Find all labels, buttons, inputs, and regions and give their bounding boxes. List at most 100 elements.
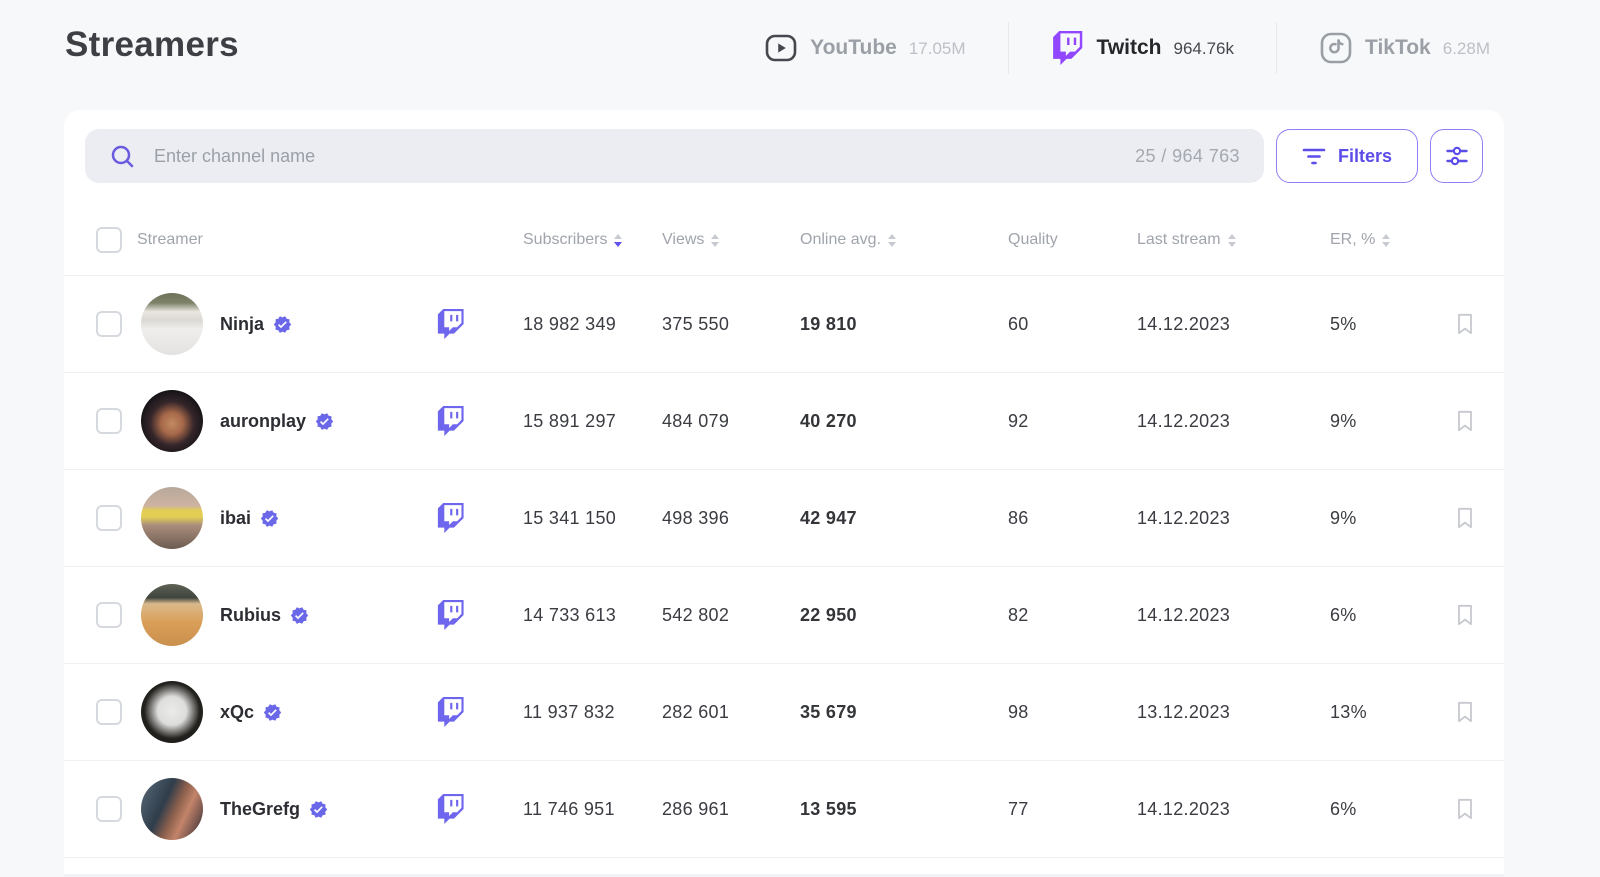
bookmark-icon[interactable] [1453, 602, 1477, 628]
er-value: 6% [1330, 605, 1426, 626]
bookmark-icon[interactable] [1453, 699, 1477, 725]
subscribers-value: 11 746 951 [523, 799, 662, 820]
table-row: Ninja 18 982 349 375 550 19 810 60 14.12… [64, 276, 1504, 373]
row-checkbox[interactable] [96, 505, 122, 531]
column-header-subscribers[interactable]: Subscribers [523, 231, 662, 249]
bookmark-icon[interactable] [1453, 796, 1477, 822]
quality-value: 98 [1008, 702, 1137, 723]
tab-tiktok-count: 6.28M [1443, 39, 1490, 59]
column-header-last-stream[interactable]: Last stream [1137, 231, 1330, 249]
streamer-name[interactable]: Rubius [220, 605, 309, 626]
filters-button[interactable]: Filters [1276, 129, 1418, 183]
platform-tabs: YouTube 17.05M Twitch 964.76k TikTok [764, 20, 1490, 76]
row-checkbox[interactable] [96, 796, 122, 822]
row-checkbox[interactable] [96, 311, 122, 337]
subscribers-value: 15 891 297 [523, 411, 662, 432]
er-value: 9% [1330, 411, 1426, 432]
quality-value: 92 [1008, 411, 1137, 432]
bookmark-icon[interactable] [1453, 408, 1477, 434]
search-bar[interactable]: 25 / 964 763 [85, 129, 1264, 183]
streamer-name[interactable]: Ninja [220, 314, 292, 335]
result-counter: 25 / 964 763 [1135, 146, 1240, 167]
table-row: Rubius 14 733 613 542 802 22 950 82 14.1… [64, 567, 1504, 664]
streamer-name-label: auronplay [220, 411, 306, 432]
tab-twitch[interactable]: Twitch 964.76k [1009, 31, 1276, 65]
last-stream-value: 14.12.2023 [1137, 605, 1330, 626]
twitch-platform-icon [436, 309, 466, 339]
er-value: 5% [1330, 314, 1426, 335]
column-header-er[interactable]: ER, % [1330, 231, 1426, 249]
avatar[interactable] [141, 681, 203, 743]
streamer-name[interactable]: ibai [220, 508, 279, 529]
tab-tiktok[interactable]: TikTok 6.28M [1277, 31, 1490, 65]
bookmark-icon[interactable] [1453, 505, 1477, 531]
table-row: TheGrefg 11 746 951 286 961 13 595 77 14… [64, 761, 1504, 858]
row-checkbox-cell [64, 699, 134, 725]
sort-icon[interactable] [1228, 234, 1236, 247]
tiktok-icon [1319, 31, 1353, 65]
streamer-name[interactable]: TheGrefg [220, 799, 328, 820]
avatar[interactable] [141, 487, 203, 549]
streamer-cell: Ninja [134, 293, 424, 355]
streamer-name[interactable]: auronplay [220, 411, 334, 432]
last-stream-value: 14.12.2023 [1137, 411, 1330, 432]
tab-youtube-label: YouTube [810, 36, 897, 60]
tab-tiktok-label: TikTok [1365, 36, 1431, 60]
verified-badge-icon [263, 703, 282, 722]
twitch-platform-icon [436, 406, 466, 436]
sort-icon[interactable] [711, 234, 719, 247]
streamer-name-label: Rubius [220, 605, 281, 626]
column-label: Views [662, 231, 704, 249]
sliders-icon [1444, 143, 1470, 169]
sort-icon[interactable] [888, 234, 896, 247]
page-title: Streamers [65, 25, 239, 65]
quality-value: 86 [1008, 508, 1137, 529]
row-checkbox[interactable] [96, 699, 122, 725]
twitch-icon [1051, 31, 1085, 65]
column-settings-button[interactable] [1430, 129, 1483, 183]
table-row: xQc 11 937 832 282 601 35 679 98 13.12.2… [64, 664, 1504, 761]
avatar[interactable] [141, 390, 203, 452]
bookmark-icon[interactable] [1453, 311, 1477, 337]
column-label: Online avg. [800, 231, 881, 249]
sort-icon[interactable] [1382, 234, 1390, 247]
tab-youtube[interactable]: YouTube 17.05M [764, 31, 1007, 65]
tab-youtube-count: 17.05M [909, 39, 966, 59]
streamer-cell: ibai [134, 487, 424, 549]
twitch-platform-icon [436, 600, 466, 630]
streamer-name[interactable]: xQc [220, 702, 282, 723]
bookmark-cell [1426, 505, 1504, 531]
online-avg-value: 35 679 [800, 702, 1008, 723]
tab-twitch-count: 964.76k [1174, 39, 1235, 59]
row-checkbox-cell [64, 602, 134, 628]
subscribers-value: 11 937 832 [523, 702, 662, 723]
column-header-online-avg[interactable]: Online avg. [800, 231, 1008, 249]
search-input[interactable] [152, 145, 1119, 168]
table-body: Ninja 18 982 349 375 550 19 810 60 14.12… [64, 276, 1504, 858]
platform-cell [424, 794, 523, 824]
table-row: auronplay 15 891 297 484 079 40 270 92 1… [64, 373, 1504, 470]
last-stream-value: 13.12.2023 [1137, 702, 1330, 723]
row-checkbox-cell [64, 408, 134, 434]
online-avg-value: 42 947 [800, 508, 1008, 529]
column-header-views[interactable]: Views [662, 231, 800, 249]
sort-icon[interactable] [614, 234, 622, 247]
er-value: 9% [1330, 508, 1426, 529]
last-stream-value: 14.12.2023 [1137, 508, 1330, 529]
select-all-checkbox[interactable] [96, 227, 122, 253]
youtube-icon [764, 31, 798, 65]
avatar[interactable] [141, 584, 203, 646]
row-checkbox[interactable] [96, 408, 122, 434]
streamer-cell: auronplay [134, 390, 424, 452]
select-all-cell [64, 227, 134, 253]
verified-badge-icon [260, 509, 279, 528]
avatar[interactable] [141, 293, 203, 355]
twitch-platform-icon [436, 503, 466, 533]
quality-value: 77 [1008, 799, 1137, 820]
streamer-name-label: TheGrefg [220, 799, 300, 820]
streamers-card: 25 / 964 763 Filters [64, 110, 1504, 877]
row-checkbox[interactable] [96, 602, 122, 628]
streamer-cell: TheGrefg [134, 778, 424, 840]
online-avg-value: 13 595 [800, 799, 1008, 820]
avatar[interactable] [141, 778, 203, 840]
